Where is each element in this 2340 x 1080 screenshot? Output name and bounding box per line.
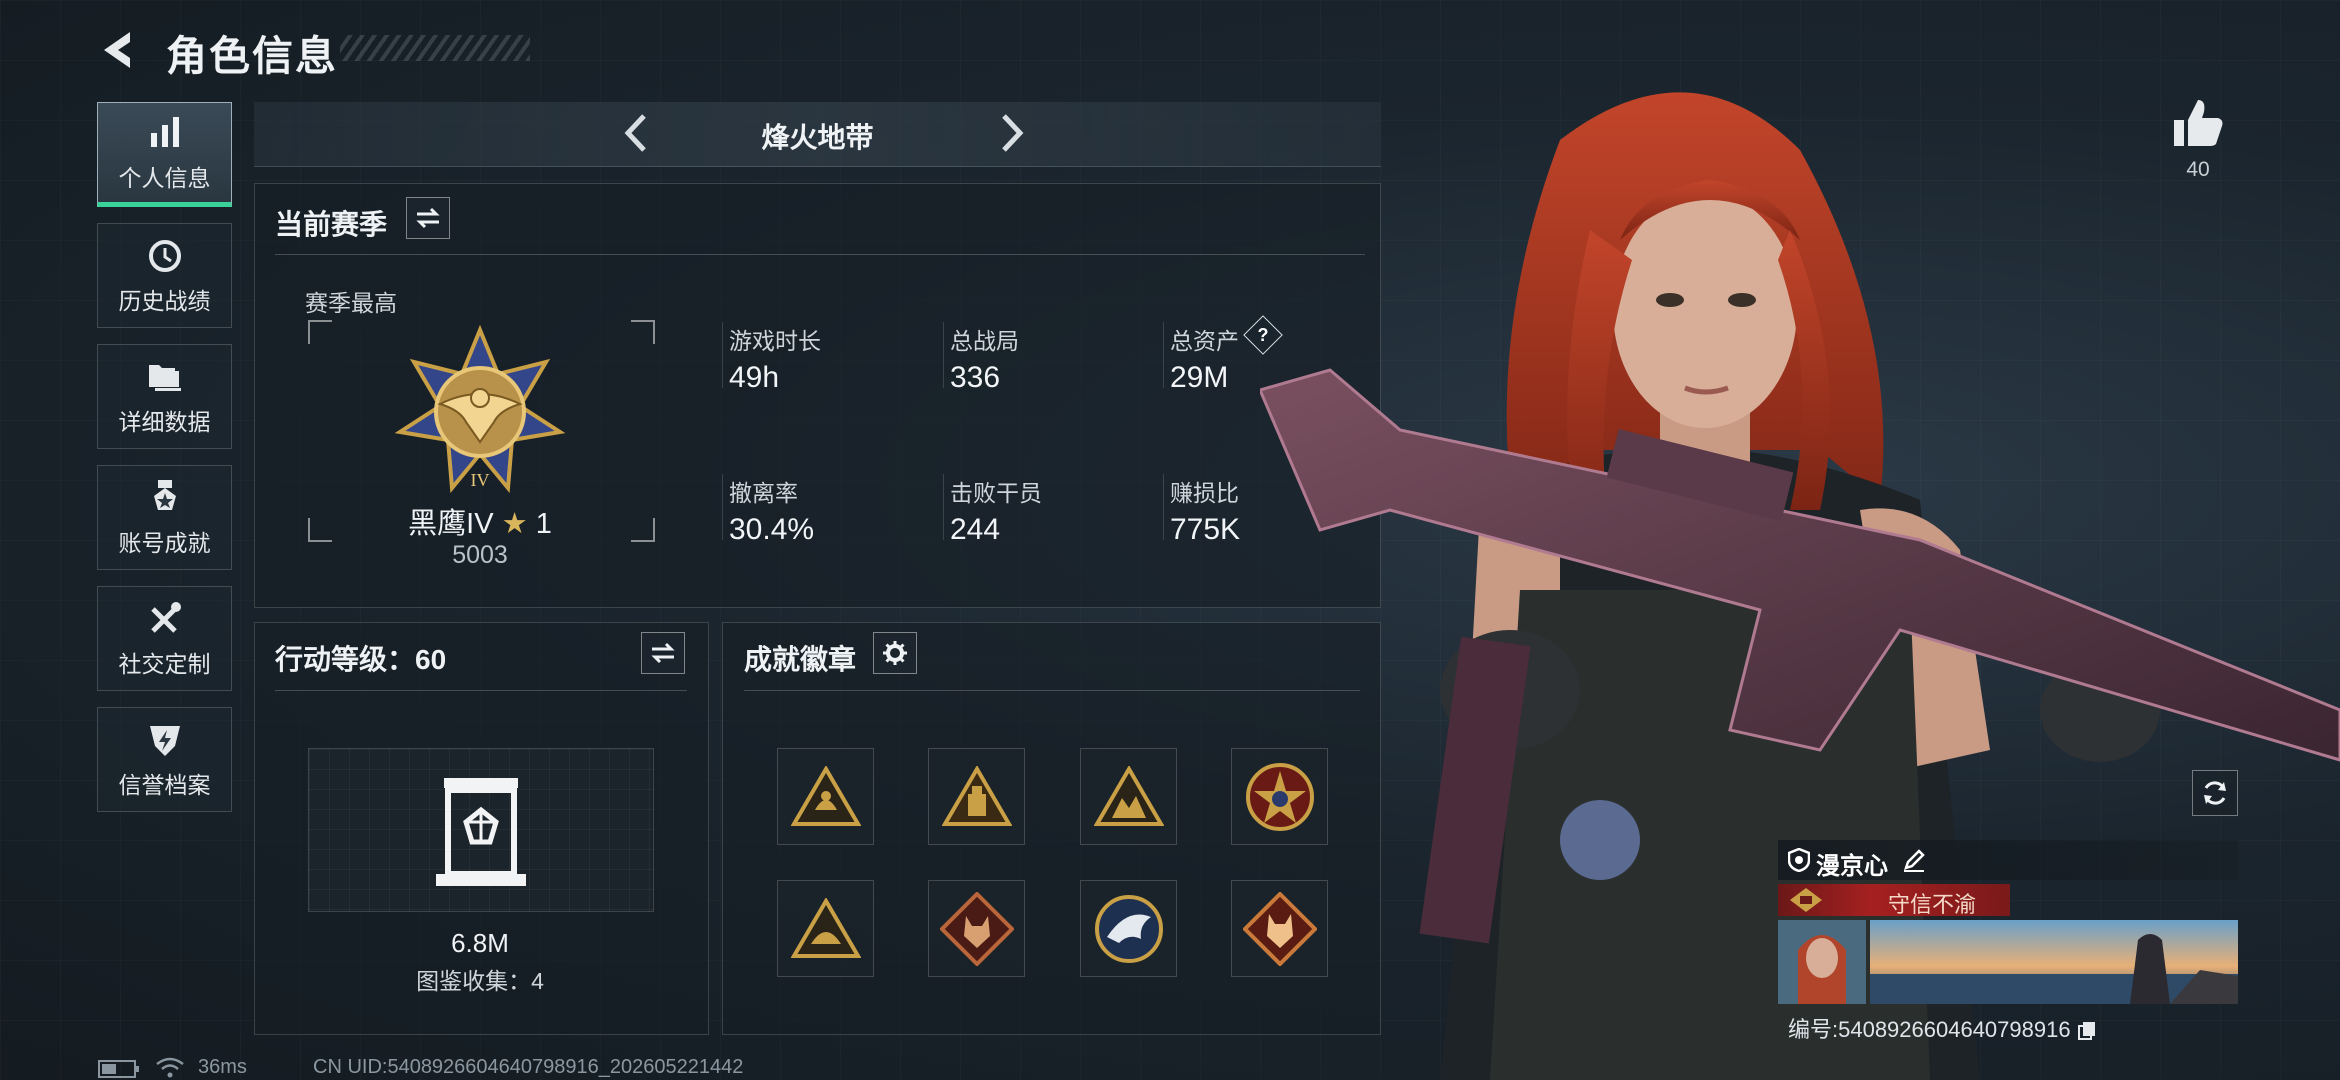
stat-label: 赚损比 (1170, 480, 1239, 506)
motto-banner: 守信不渝 (1778, 884, 2010, 917)
wifi-icon (156, 1057, 184, 1078)
swap-icon (416, 207, 440, 229)
stat-label: 击败干员 (950, 480, 1042, 506)
player-card[interactable]: 漫京心 守信不渝 编号:5408926604640798916 (1778, 840, 2238, 1042)
stat-value: 30.4% (729, 513, 815, 546)
stat-label: 游戏时长 (729, 328, 821, 354)
display-case-icon (436, 778, 526, 886)
sidebar-item-social[interactable]: 社交定制 (97, 586, 232, 691)
stat-value: 29M (1170, 361, 1229, 394)
sidebar-item-label: 社交定制 (118, 650, 211, 677)
shield-lightning-icon (149, 725, 180, 756)
chevron-right-icon[interactable] (988, 110, 1034, 156)
sidebar-item-reputation[interactable]: 信誉档案 (97, 707, 232, 812)
gear-icon (883, 641, 907, 665)
tools-icon (150, 601, 181, 633)
action-level-value: 6.8M (451, 928, 509, 958)
sidebar-item-label: 信誉档案 (118, 771, 211, 798)
back-arrow-icon[interactable] (96, 26, 144, 74)
achievement-badge[interactable] (928, 748, 1025, 845)
sidebar: 个人信息 历史战绩 详细数据 账号成就 社交定制 信誉档案 (97, 102, 234, 828)
rank-points: 5003 (452, 541, 508, 569)
rank-name: 黑鹰IV (408, 508, 494, 540)
player-name-row: 漫京心 (1778, 840, 2238, 880)
sidebar-item-label: 详细数据 (118, 408, 211, 435)
triangle-badge-icon (1093, 765, 1164, 826)
battery-icon (98, 1060, 139, 1078)
stat-label: 总资产 (1170, 328, 1239, 354)
rank-emblem-icon: IV (394, 324, 566, 494)
stat-value: 775K (1170, 513, 1241, 546)
player-id-text: 编号:5408926604640798916 (1788, 1017, 2071, 1042)
mode-switcher: 烽火地带 (254, 102, 1381, 167)
svg-text:IV: IV (471, 470, 490, 490)
history-clock-icon (148, 239, 181, 272)
diamond-wolf-badge-icon (939, 891, 1014, 966)
stat-label: 撤离率 (729, 480, 798, 506)
rank-name-row: 黑鹰IV ★ 1 (380, 500, 580, 542)
season-best-label: 赛季最高 (305, 290, 397, 316)
sidebar-item-history[interactable]: 历史战绩 (97, 223, 232, 328)
sidebar-item-label: 账号成就 (118, 529, 211, 556)
collection-count: 图鉴收集：4 (416, 968, 544, 994)
page-title: 角色信息 (166, 33, 338, 79)
triangle-badge-icon (790, 765, 861, 826)
sidebar-item-achievements[interactable]: 账号成就 (97, 465, 232, 570)
bar-chart-icon (150, 116, 179, 147)
eagle-round-badge-icon (1094, 894, 1163, 963)
sidebar-item-label: 历史战绩 (118, 287, 211, 314)
rank-stars: 1 (535, 508, 552, 540)
swap-level-button[interactable] (641, 632, 685, 674)
banner-image (1870, 920, 2238, 1004)
swap-season-button[interactable] (406, 197, 450, 239)
achievement-settings-button[interactable] (873, 632, 917, 674)
star-icon: ★ (501, 508, 528, 540)
medal-star-icon (153, 479, 176, 510)
sidebar-item-label: 个人信息 (118, 164, 211, 191)
divider (275, 690, 687, 691)
motto-text: 守信不渝 (1888, 892, 1977, 917)
sidebar-item-detailed-data[interactable]: 详细数据 (97, 344, 232, 449)
current-season-title: 当前赛季 (275, 209, 388, 240)
copy-icon[interactable] (2077, 1020, 2097, 1040)
shield-icon (1788, 848, 1810, 872)
triangle-badge-icon (790, 897, 861, 958)
player-name: 漫京心 (1816, 853, 1888, 880)
divider (275, 254, 1365, 255)
stat-value: 244 (950, 513, 1001, 546)
achievement-badge[interactable] (777, 748, 874, 845)
avatar-thumbnail (1778, 920, 1866, 1004)
rank-badge-icon (1790, 888, 1822, 912)
refresh-icon (2204, 781, 2226, 805)
action-level-title: 行动等级：60 (275, 644, 447, 675)
like-count: 40 (2186, 158, 2210, 181)
uid-footer: CN UID:5408926604640798916_202605221442 (313, 1056, 744, 1078)
refresh-button[interactable] (2192, 770, 2238, 816)
stat-value: 336 (950, 361, 1001, 394)
achievement-badge[interactable] (1080, 748, 1177, 845)
thumbs-up-icon[interactable] (2170, 96, 2226, 152)
triangle-badge-icon (941, 765, 1012, 826)
stat-value: 49h (729, 361, 780, 394)
sidebar-item-personal-info[interactable]: 个人信息 (97, 102, 232, 207)
achievement-badge[interactable] (777, 880, 874, 977)
stat-label: 总战局 (950, 328, 1019, 354)
swap-icon (651, 642, 675, 664)
achievement-badge[interactable] (928, 880, 1025, 977)
edit-pencil-icon[interactable] (1902, 848, 1926, 872)
title-decoration (340, 35, 530, 61)
achievements-title: 成就徽章 (744, 644, 857, 675)
folders-icon (148, 364, 181, 391)
mode-name: 烽火地带 (761, 122, 874, 153)
achievement-badge[interactable] (1080, 880, 1177, 977)
ping-value: 36ms (198, 1056, 247, 1078)
player-id: 编号:5408926604640798916 (1788, 1012, 2097, 1044)
